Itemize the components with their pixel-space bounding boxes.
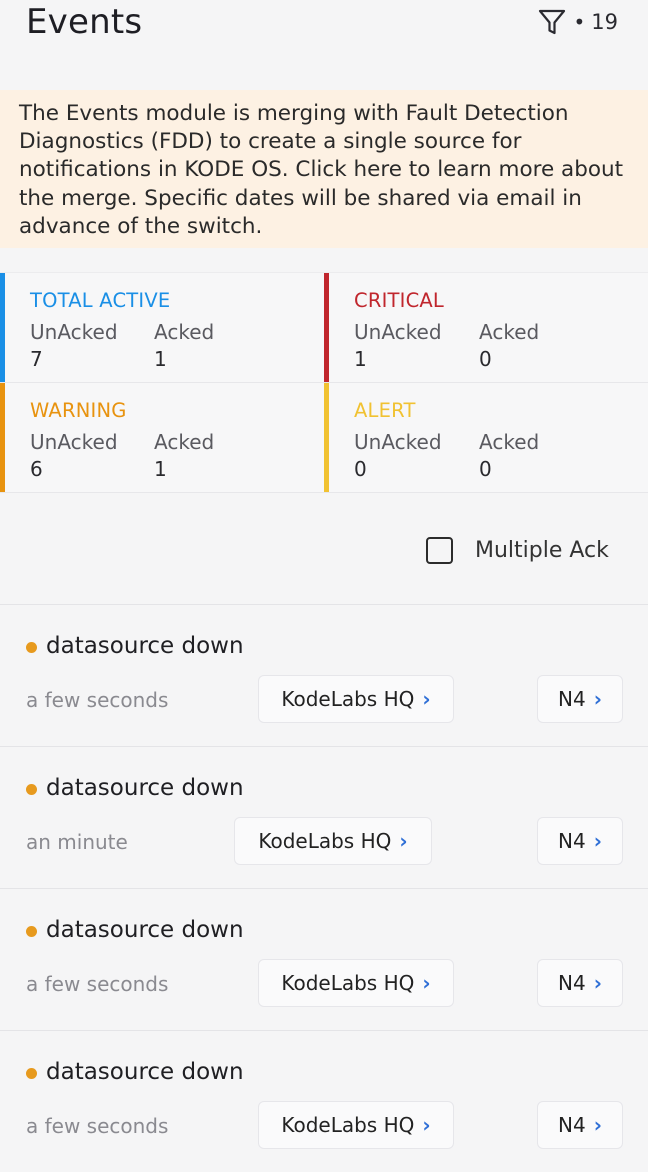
site-name: KodeLabs HQ bbox=[281, 1113, 415, 1137]
event-name: datasource down bbox=[46, 1059, 244, 1085]
event-row[interactable]: datasource down a few seconds KodeLabs H… bbox=[0, 604, 648, 746]
source-name: N4 bbox=[558, 687, 586, 711]
multiple-ack-label: Multiple Ack bbox=[475, 537, 609, 563]
event-row[interactable]: datasource down an minute KodeLabs HQ › … bbox=[0, 746, 648, 888]
source-link-button[interactable]: N4 › bbox=[537, 1101, 623, 1149]
stat-warning[interactable]: WARNING UnAcked Acked 6 1 bbox=[0, 383, 324, 493]
severity-dot-icon bbox=[26, 926, 37, 937]
merge-notice-text: The Events module is merging with Fault … bbox=[19, 101, 624, 239]
source-link-button[interactable]: N4 › bbox=[537, 817, 623, 865]
event-name: datasource down bbox=[46, 917, 244, 943]
site-name: KodeLabs HQ bbox=[281, 971, 415, 995]
event-row[interactable]: datasource down a few seconds KodeLabs H… bbox=[0, 888, 648, 1030]
event-name: datasource down bbox=[46, 633, 244, 659]
merge-notice-banner[interactable]: The Events module is merging with Fault … bbox=[0, 90, 648, 248]
severity-dot-icon bbox=[26, 1068, 37, 1079]
unacked-value: 1 bbox=[354, 347, 367, 371]
acked-label: Acked bbox=[479, 430, 540, 454]
acked-label: Acked bbox=[479, 320, 540, 344]
acked-value: 0 bbox=[479, 457, 492, 481]
event-time: a few seconds bbox=[26, 972, 169, 996]
stat-color-bar bbox=[0, 273, 5, 382]
site-name: KodeLabs HQ bbox=[281, 687, 415, 711]
unacked-label: UnAcked bbox=[354, 320, 442, 344]
chevron-right-icon: › bbox=[422, 687, 431, 711]
unacked-label: UnAcked bbox=[30, 320, 118, 344]
source-link-button[interactable]: N4 › bbox=[537, 675, 623, 723]
filter-icon bbox=[539, 9, 566, 35]
unacked-value: 7 bbox=[30, 347, 43, 371]
event-time: an minute bbox=[26, 830, 128, 854]
stat-label: ALERT bbox=[354, 399, 416, 422]
acked-value: 1 bbox=[154, 457, 167, 481]
acked-value: 1 bbox=[154, 347, 167, 371]
unacked-label: UnAcked bbox=[30, 430, 118, 454]
source-name: N4 bbox=[558, 1113, 586, 1137]
severity-dot-icon bbox=[26, 642, 37, 653]
event-row[interactable]: datasource down a few seconds KodeLabs H… bbox=[0, 1030, 648, 1172]
site-name: KodeLabs HQ bbox=[258, 829, 392, 853]
chevron-right-icon: › bbox=[593, 687, 602, 711]
filter-count: 19 bbox=[591, 10, 618, 34]
acked-label: Acked bbox=[154, 430, 215, 454]
multiple-ack-checkbox[interactable] bbox=[426, 536, 453, 564]
source-link-button[interactable]: N4 › bbox=[537, 959, 623, 1007]
chevron-right-icon: › bbox=[422, 1113, 431, 1137]
event-time: a few seconds bbox=[26, 1114, 169, 1138]
stat-critical[interactable]: CRITICAL UnAcked Acked 1 0 bbox=[324, 273, 648, 383]
site-link-button[interactable]: KodeLabs HQ › bbox=[234, 817, 432, 865]
stat-color-bar bbox=[324, 383, 329, 492]
site-link-button[interactable]: KodeLabs HQ › bbox=[258, 675, 454, 723]
acked-label: Acked bbox=[154, 320, 215, 344]
event-summary-grid: TOTAL ACTIVE UnAcked Acked 7 1 CRITICAL … bbox=[0, 272, 648, 493]
event-name: datasource down bbox=[46, 775, 244, 801]
unacked-value: 0 bbox=[354, 457, 367, 481]
filter-separator: • bbox=[573, 10, 586, 34]
source-name: N4 bbox=[558, 829, 586, 853]
stat-color-bar bbox=[324, 273, 329, 382]
stat-label: WARNING bbox=[30, 399, 127, 422]
event-time: a few seconds bbox=[26, 688, 169, 712]
page-title: Events bbox=[26, 2, 143, 42]
stat-total-active[interactable]: TOTAL ACTIVE UnAcked Acked 7 1 bbox=[0, 273, 324, 383]
chevron-right-icon: › bbox=[593, 971, 602, 995]
multiple-ack-control[interactable]: Multiple Ack bbox=[426, 534, 609, 566]
source-name: N4 bbox=[558, 971, 586, 995]
stat-color-bar bbox=[0, 383, 5, 492]
unacked-label: UnAcked bbox=[354, 430, 442, 454]
app-header: Events • 19 bbox=[0, 0, 648, 86]
unacked-value: 6 bbox=[30, 457, 43, 481]
severity-dot-icon bbox=[26, 784, 37, 795]
site-link-button[interactable]: KodeLabs HQ › bbox=[258, 1101, 454, 1149]
filter-button[interactable]: • 19 bbox=[537, 6, 618, 38]
chevron-right-icon: › bbox=[399, 829, 408, 853]
event-list: datasource down a few seconds KodeLabs H… bbox=[0, 604, 648, 1172]
stat-label: CRITICAL bbox=[354, 289, 444, 312]
chevron-right-icon: › bbox=[593, 829, 602, 853]
site-link-button[interactable]: KodeLabs HQ › bbox=[258, 959, 454, 1007]
chevron-right-icon: › bbox=[422, 971, 431, 995]
stat-alert[interactable]: ALERT UnAcked Acked 0 0 bbox=[324, 383, 648, 493]
chevron-right-icon: › bbox=[593, 1113, 602, 1137]
acked-value: 0 bbox=[479, 347, 492, 371]
stat-label: TOTAL ACTIVE bbox=[30, 289, 171, 312]
